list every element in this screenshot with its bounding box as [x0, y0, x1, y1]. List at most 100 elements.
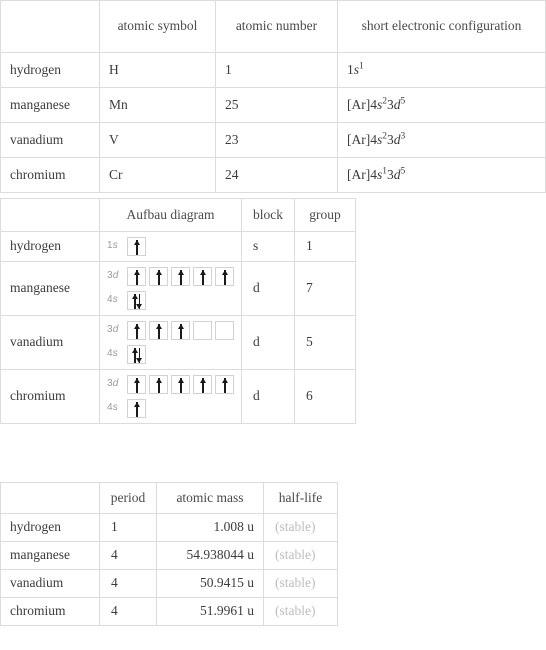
- orbital-box-group: [127, 399, 146, 418]
- spin-up-arrow-icon: [134, 240, 140, 255]
- spin-up-arrow-icon: [156, 378, 162, 393]
- block-cell: d: [241, 261, 295, 316]
- column-header-blank: [0, 198, 100, 232]
- orbital-shell-row: 3d: [107, 267, 234, 286]
- spin-up-arrow-icon: [178, 270, 184, 285]
- orbital-box-group: [127, 345, 146, 364]
- period-cell: 4: [99, 569, 157, 598]
- atomic-number-cell: 23: [215, 122, 338, 158]
- aufbau-diagram: 1s: [107, 237, 234, 256]
- table-row: hydrogen H 1 1s1: [0, 52, 546, 88]
- period-cell: 4: [99, 541, 157, 570]
- orbital-box-up: [127, 267, 146, 286]
- atomic-mass-cell: 54.938044 u: [156, 541, 264, 570]
- atomic-mass-cell: 51.9961 u: [156, 597, 264, 626]
- orbital-box-up: [215, 267, 234, 286]
- spin-up-arrow-icon: [134, 324, 140, 339]
- element-name-cell: chromium: [0, 369, 100, 424]
- electronic-configuration-cell: [Ar]4s23d5: [337, 87, 546, 123]
- element-name-cell: vanadium: [0, 122, 100, 158]
- orbital-shell-label: 4s: [107, 294, 118, 306]
- element-name-cell: chromium: [0, 597, 100, 626]
- table-row: vanadium 4 50.9415 u (stable): [0, 569, 338, 598]
- spin-up-arrow-icon: [156, 270, 162, 285]
- element-name-cell: hydrogen: [0, 52, 100, 88]
- aufbau-diagram-table: Aufbau diagram block group hydrogen 1s s 1 m…: [0, 198, 356, 424]
- half-life-cell: (stable): [263, 597, 338, 626]
- orbital-shell-label: 3d: [107, 270, 119, 282]
- column-header-block: block: [241, 198, 295, 232]
- aufbau-diagram-cell: 3d 4s: [99, 369, 242, 424]
- electronic-configuration-cell: [Ar]4s13d5: [337, 157, 546, 193]
- column-header-short-electronic-configuration: short electronic configuration: [337, 0, 546, 53]
- orbital-box-group: [127, 291, 146, 310]
- spin-up-arrow-icon: [134, 270, 140, 285]
- table-header-row: period atomic mass half-life: [0, 482, 338, 514]
- spin-down-arrow-icon: [136, 348, 142, 363]
- group-cell: 5: [294, 315, 356, 370]
- atomic-symbol-cell: H: [99, 52, 216, 88]
- element-name-cell: manganese: [0, 541, 100, 570]
- table-row: manganese 4 54.938044 u (stable): [0, 541, 338, 570]
- table-header-row: Aufbau diagram block group: [0, 198, 356, 232]
- column-header-atomic-number: atomic number: [215, 0, 338, 53]
- table-row: chromium Cr 24 [Ar]4s13d5: [0, 157, 546, 193]
- table-row: chromium 4 51.9961 u (stable): [0, 597, 338, 626]
- table-row: manganese Mn 25 [Ar]4s23d5: [0, 87, 546, 123]
- orbital-shell-label: 3d: [107, 324, 119, 336]
- spin-up-arrow-icon: [178, 378, 184, 393]
- table-header-row: atomic symbol atomic number short electr…: [0, 0, 546, 53]
- orbital-shell-row: 4s: [107, 345, 234, 364]
- electronic-configuration-cell: 1s1: [337, 52, 546, 88]
- column-header-blank: [0, 482, 100, 514]
- element-name-cell: manganese: [0, 87, 100, 123]
- table-row: chromium 3d 4s d 6: [0, 369, 356, 424]
- orbital-box-up: [149, 375, 168, 394]
- element-name-cell: manganese: [0, 261, 100, 316]
- orbital-shell-label: 4s: [107, 348, 118, 360]
- aufbau-diagram-cell: 3d 4s: [99, 315, 242, 370]
- aufbau-diagram: 3d 4s: [107, 267, 234, 310]
- orbital-box-group: [127, 321, 234, 340]
- group-cell: 7: [294, 261, 356, 316]
- block-cell: s: [241, 231, 295, 262]
- column-header-aufbau-diagram: Aufbau diagram: [99, 198, 242, 232]
- column-header-half-life: half-life: [263, 482, 338, 514]
- atomic-symbol-cell: Mn: [99, 87, 216, 123]
- block-cell: d: [241, 315, 295, 370]
- orbital-shell-label: 4s: [107, 402, 118, 414]
- spin-up-arrow-icon: [134, 378, 140, 393]
- aufbau-diagram-cell: 1s: [99, 231, 242, 262]
- element-name-cell: hydrogen: [0, 513, 100, 542]
- orbital-box-up: [149, 321, 168, 340]
- aufbau-diagram: 3d 4s: [107, 321, 234, 364]
- orbital-shell-label: 3d: [107, 378, 119, 390]
- physical-properties-table: period atomic mass half-life hydrogen 1 1.…: [0, 482, 338, 626]
- electronic-configuration-cell: [Ar]4s23d3: [337, 122, 546, 158]
- table-row: hydrogen 1 1.008 u (stable): [0, 513, 338, 542]
- atomic-number-cell: 24: [215, 157, 338, 193]
- orbital-box-group: [127, 267, 234, 286]
- block-cell: d: [241, 369, 295, 424]
- group-cell: 1: [294, 231, 356, 262]
- orbital-box-up: [149, 267, 168, 286]
- spin-up-arrow-icon: [134, 402, 140, 417]
- column-header-period: period: [99, 482, 157, 514]
- orbital-box-up: [171, 375, 190, 394]
- orbital-box-empty: [193, 321, 212, 340]
- orbital-box-up: [171, 321, 190, 340]
- orbital-box-up: [193, 267, 212, 286]
- element-identity-table: atomic symbol atomic number short electr…: [0, 0, 546, 193]
- orbital-box-up: [171, 267, 190, 286]
- orbital-shell-row: 3d: [107, 375, 234, 394]
- half-life-cell: (stable): [263, 569, 338, 598]
- orbital-box-up: [127, 321, 146, 340]
- period-cell: 1: [99, 513, 157, 542]
- spin-up-arrow-icon: [178, 324, 184, 339]
- atomic-symbol-cell: V: [99, 122, 216, 158]
- orbital-shell-row: 1s: [107, 237, 234, 256]
- spin-up-arrow-icon: [200, 378, 206, 393]
- column-header-atomic-symbol: atomic symbol: [99, 0, 216, 53]
- column-header-atomic-mass: atomic mass: [156, 482, 264, 514]
- half-life-cell: (stable): [263, 513, 338, 542]
